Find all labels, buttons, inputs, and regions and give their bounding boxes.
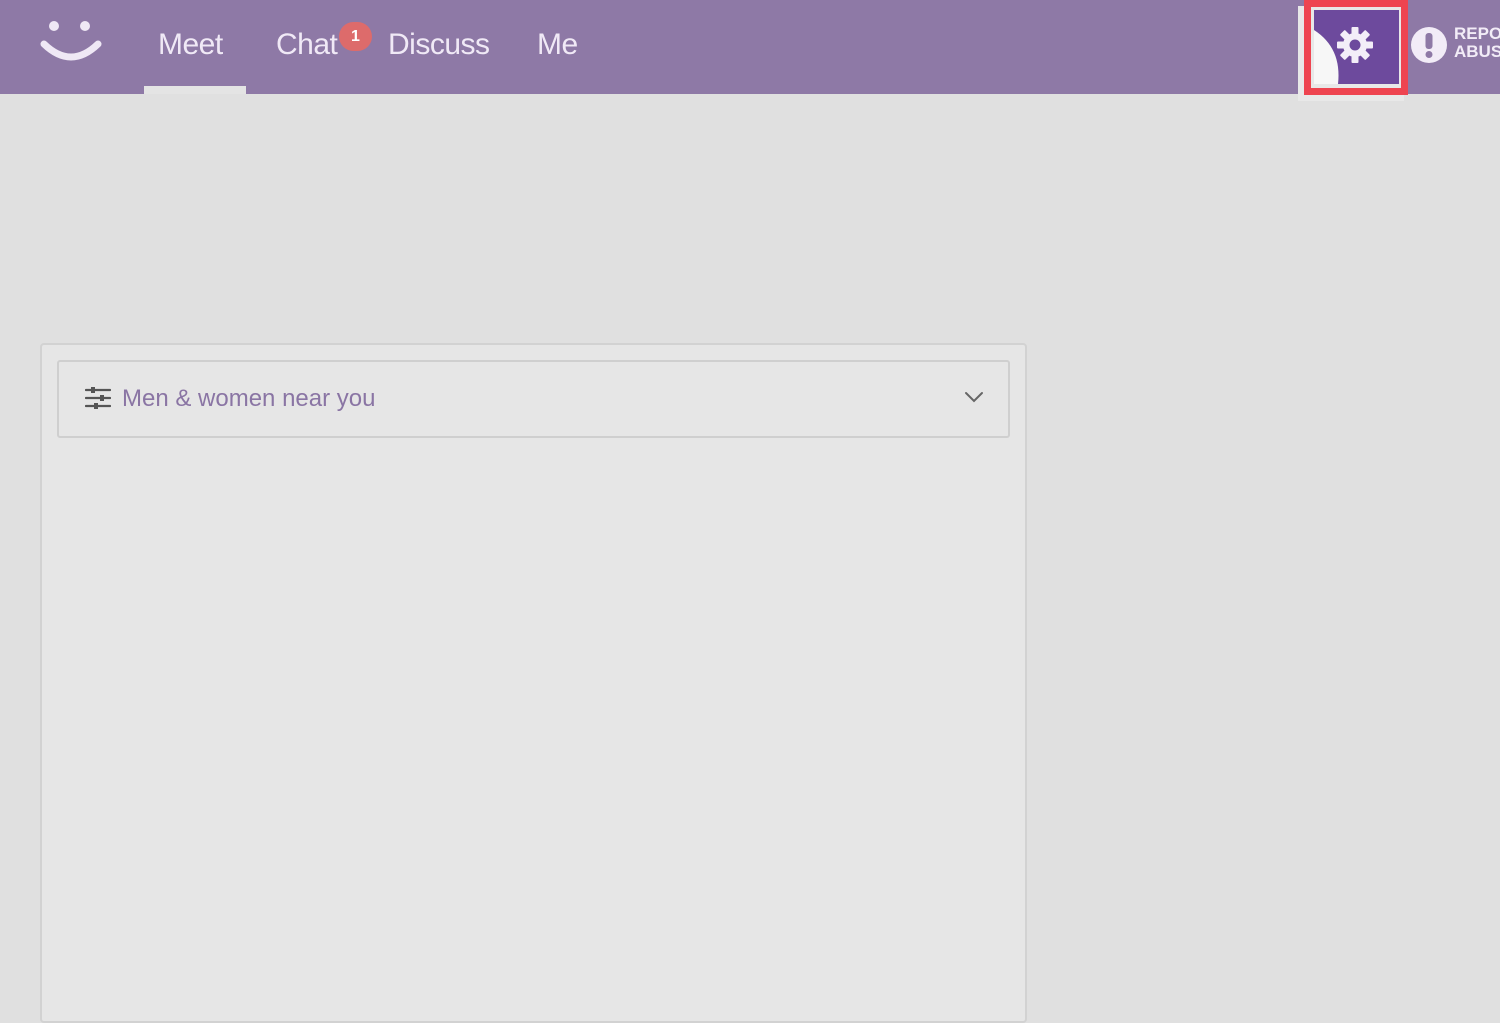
sliders-icon	[85, 387, 111, 409]
filter-label: Men & women near you	[122, 385, 376, 412]
smiley-logo-icon[interactable]	[38, 18, 104, 68]
tab-discuss[interactable]: Discuss	[388, 26, 490, 66]
report-abuse-label: REPORT ABUSE	[1454, 24, 1500, 61]
chevron-down-icon	[965, 392, 983, 403]
settings-highlight-box	[1304, 0, 1408, 95]
filter-dropdown[interactable]: Men & women near you	[57, 360, 1010, 438]
meet-panel	[40, 343, 1027, 1023]
tab-chat[interactable]: Chat	[276, 26, 338, 66]
exclamation-icon	[1411, 27, 1447, 63]
report-abuse-button[interactable]: REPORT ABUSE	[1410, 24, 1500, 66]
active-tab-indicator	[144, 86, 246, 94]
tab-me[interactable]: Me	[537, 26, 578, 66]
chat-unread-badge: 1	[339, 22, 372, 51]
tab-meet[interactable]: Meet	[158, 26, 223, 66]
top-navigation-bar: Meet Chat 1 Discuss Me REPO ABUS	[0, 0, 1500, 101]
